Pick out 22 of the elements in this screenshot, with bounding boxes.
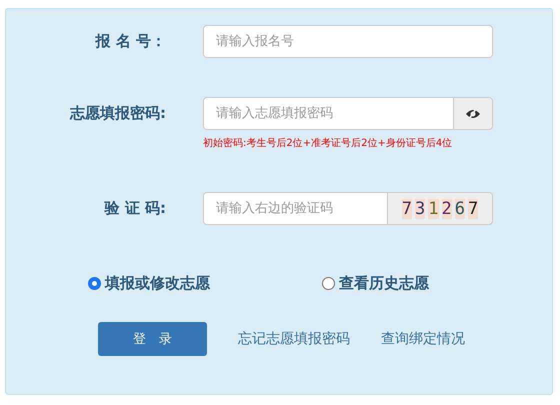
password-hint: 初始密码:考生号后2位+准考证号后2位+身份证号后4位 bbox=[203, 136, 454, 150]
radio-label[interactable]: 填报或修改志愿 bbox=[105, 274, 210, 292]
eye-icon bbox=[465, 108, 481, 120]
input-field[interactable]: 请输入报名号 bbox=[203, 25, 493, 58]
eye-toggle-button[interactable] bbox=[454, 97, 493, 130]
captcha-digit: 7 bbox=[468, 198, 478, 218]
radio-label[interactable]: 查看历史志愿 bbox=[339, 274, 429, 292]
captcha-digit: 7 bbox=[402, 198, 412, 218]
captcha-digit: 6 bbox=[454, 198, 465, 218]
text-link[interactable]: 忘记志愿填报密码 bbox=[238, 330, 350, 348]
field-label: 志愿填报密码: bbox=[68, 103, 167, 124]
radio-button[interactable] bbox=[88, 276, 101, 290]
captcha-digit: 3 bbox=[415, 198, 426, 218]
login-button[interactable]: 登 录 bbox=[98, 322, 207, 356]
input-field[interactable]: 请输入志愿填报密码 bbox=[203, 97, 454, 130]
radio-button[interactable] bbox=[322, 276, 335, 290]
field-label: 验 证 码: bbox=[103, 198, 167, 219]
text-link[interactable]: 查询绑定情况 bbox=[381, 330, 465, 348]
field-label: 报 名 号： bbox=[94, 31, 167, 52]
captcha-digit: 2 bbox=[442, 198, 452, 218]
input-field[interactable]: 请输入右边的验证码 bbox=[203, 192, 388, 225]
captcha-digit: 1 bbox=[428, 198, 438, 218]
